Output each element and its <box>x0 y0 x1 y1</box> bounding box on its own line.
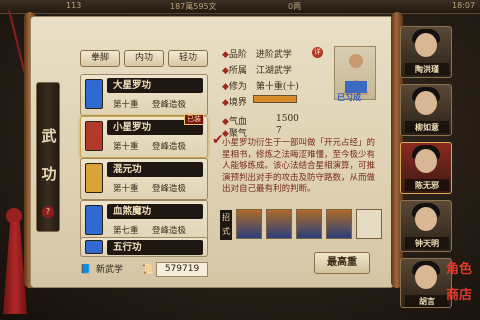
move-slot-3[interactable] <box>296 209 322 239</box>
avatar <box>415 149 437 173</box>
move-slot-empty[interactable] <box>356 209 382 239</box>
book-icon <box>85 163 103 193</box>
martial-item-0[interactable]: 大星罗功 第十重 登峰造极 <box>80 74 208 116</box>
portrait-label: 已习成 <box>337 92 361 102</box>
book-icon <box>85 240 103 254</box>
martial-level: 第七重 <box>113 226 139 236</box>
martial-name: 五行功 <box>113 242 142 253</box>
equipped-badge: 已装 <box>184 114 204 125</box>
martial-item-1[interactable]: 小星罗功 已装 第十重 登峰造极 <box>80 114 208 158</box>
character-card[interactable]: 钟天明 <box>400 200 452 252</box>
martial-description: 小星罗功衍生于一部叫做「开元占经」的星相书，修炼之法晦涩难懂，至今极少有人能够练… <box>222 138 376 194</box>
martial-progress: 登峰造极 <box>152 226 187 236</box>
detail-badge[interactable]: 详 <box>312 47 323 58</box>
new-martial-value: 579719 <box>156 262 208 277</box>
tassel-knot <box>6 208 22 224</box>
quality-row: ◆品阶 进阶武学 <box>222 50 292 60</box>
martial-level: 第十重 <box>113 100 139 110</box>
panel-title-char: 武 <box>41 127 57 145</box>
tab-lightness[interactable]: 轻功 <box>168 50 208 67</box>
martial-name: 混元功 <box>113 164 142 175</box>
martial-progress: 登峰造极 <box>152 142 187 152</box>
avatar <box>415 33 437 57</box>
status-right-value: 0两 <box>288 2 302 11</box>
new-martial-label: 新武学 <box>96 265 124 275</box>
avatar <box>415 207 437 231</box>
move-slot-4[interactable] <box>326 209 352 239</box>
martial-progress: 登峰造极 <box>152 100 187 110</box>
shop-tab[interactable]: 商店 <box>446 284 472 303</box>
max-level-button[interactable]: 最高重 <box>314 252 370 274</box>
character-card[interactable]: 陶洪瑾 <box>400 26 452 78</box>
scroll-icon: 📜 <box>142 265 154 275</box>
moves-row: 招式 <box>220 209 384 243</box>
clock: 18:07 <box>452 1 476 10</box>
martial-level: 第十重 <box>113 142 139 152</box>
martial-name: 小星罗功 <box>113 122 152 133</box>
martial-item-3[interactable]: 血煞魔功 第七重 登峰造极 <box>80 200 208 242</box>
martial-arts-screen: { "status_bar": { "left_value": "113", "… <box>0 0 480 320</box>
avatar <box>415 265 437 289</box>
help-icon[interactable]: ? <box>42 206 54 218</box>
realm-bar-fill <box>254 96 296 102</box>
martial-level: 第十重 <box>113 184 139 194</box>
martial-name: 大星罗功 <box>113 80 152 91</box>
avatar <box>415 91 437 115</box>
book-icon <box>85 79 103 109</box>
role-tab[interactable]: 角色 <box>446 258 472 277</box>
tab-internal[interactable]: 内功 <box>124 50 164 67</box>
status-bar: 113 187萬595文 0两 18:07 <box>0 0 480 14</box>
moves-label: 招式 <box>220 210 232 240</box>
martial-item-4[interactable]: 五行功 <box>80 237 208 257</box>
martial-progress: 登峰造极 <box>152 184 187 194</box>
panel-title-char: 功 <box>41 165 57 183</box>
origin-row: ◆所属 江湖武学 <box>222 66 292 76</box>
gold-amount: 187萬595文 <box>170 2 217 11</box>
cultivation-row: ◆修为 第十重(十) <box>222 82 299 92</box>
character-card[interactable]: 柳如意 <box>400 84 452 136</box>
character-card[interactable]: 胡言 <box>400 258 452 308</box>
realm-row: ◆境界 <box>222 98 247 108</box>
character-card-active[interactable]: 陈无邪 <box>400 142 452 194</box>
book-stack-icon: 📘 <box>80 265 92 275</box>
status-left-value: 113 <box>66 1 82 10</box>
move-slot-2[interactable] <box>266 209 292 239</box>
book-icon <box>85 205 103 235</box>
martial-name: 血煞魔功 <box>113 206 152 217</box>
book-icon <box>85 121 103 151</box>
martial-item-2[interactable]: 混元功 第十重 登峰造极 <box>80 158 208 200</box>
move-slot-1[interactable] <box>236 209 262 239</box>
realm-bar <box>253 95 297 103</box>
tab-fist[interactable]: 拳脚 <box>80 50 120 67</box>
